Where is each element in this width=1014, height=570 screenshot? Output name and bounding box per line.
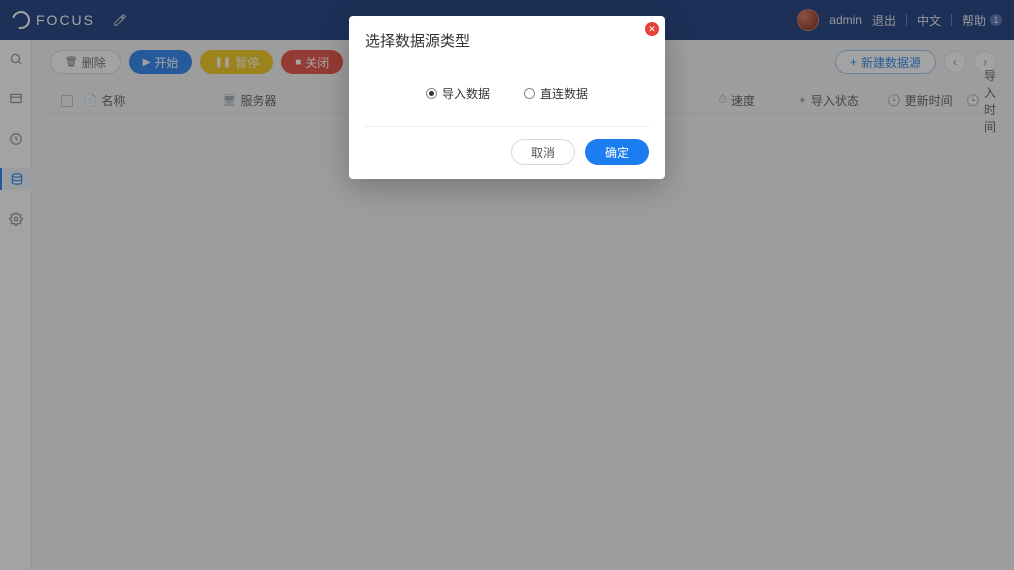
radio-icon	[524, 88, 535, 99]
modal-overlay[interactable]: ✕ 选择数据源类型 导入数据 直连数据 取消 确定	[0, 0, 1014, 570]
confirm-label: 确定	[605, 144, 629, 161]
select-datasource-modal: ✕ 选择数据源类型 导入数据 直连数据 取消 确定	[349, 16, 665, 179]
modal-footer: 取消 确定	[365, 127, 649, 165]
modal-title: 选择数据源类型	[365, 30, 649, 51]
radio-direct-data[interactable]: 直连数据	[524, 85, 588, 102]
radio-import-label: 导入数据	[442, 85, 490, 102]
cancel-button[interactable]: 取消	[511, 139, 575, 165]
radio-import-data[interactable]: 导入数据	[426, 85, 490, 102]
radio-icon	[426, 88, 437, 99]
radio-direct-label: 直连数据	[540, 85, 588, 102]
cancel-label: 取消	[531, 144, 555, 161]
close-icon: ✕	[648, 25, 656, 34]
modal-body: 导入数据 直连数据	[365, 51, 649, 127]
modal-close-button[interactable]: ✕	[645, 22, 659, 36]
confirm-button[interactable]: 确定	[585, 139, 649, 165]
